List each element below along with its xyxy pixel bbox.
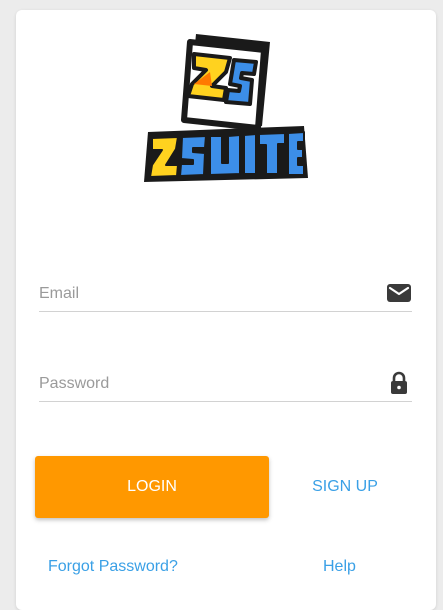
password-input[interactable] <box>39 369 369 399</box>
signup-button[interactable]: SIGN UP <box>278 456 412 518</box>
lock-icon <box>391 371 407 394</box>
forgot-password-link[interactable]: Forgot Password? <box>48 558 178 576</box>
email-field-container[interactable] <box>39 279 412 312</box>
login-button[interactable]: LOGIN <box>35 456 269 518</box>
password-field-container[interactable] <box>39 369 412 402</box>
help-link[interactable]: Help <box>323 558 356 576</box>
envelope-icon <box>387 284 411 302</box>
email-input[interactable] <box>39 279 369 309</box>
login-card: LOGIN SIGN UP Forgot Password? Help <box>16 10 436 610</box>
zsuite-logo <box>144 34 308 182</box>
